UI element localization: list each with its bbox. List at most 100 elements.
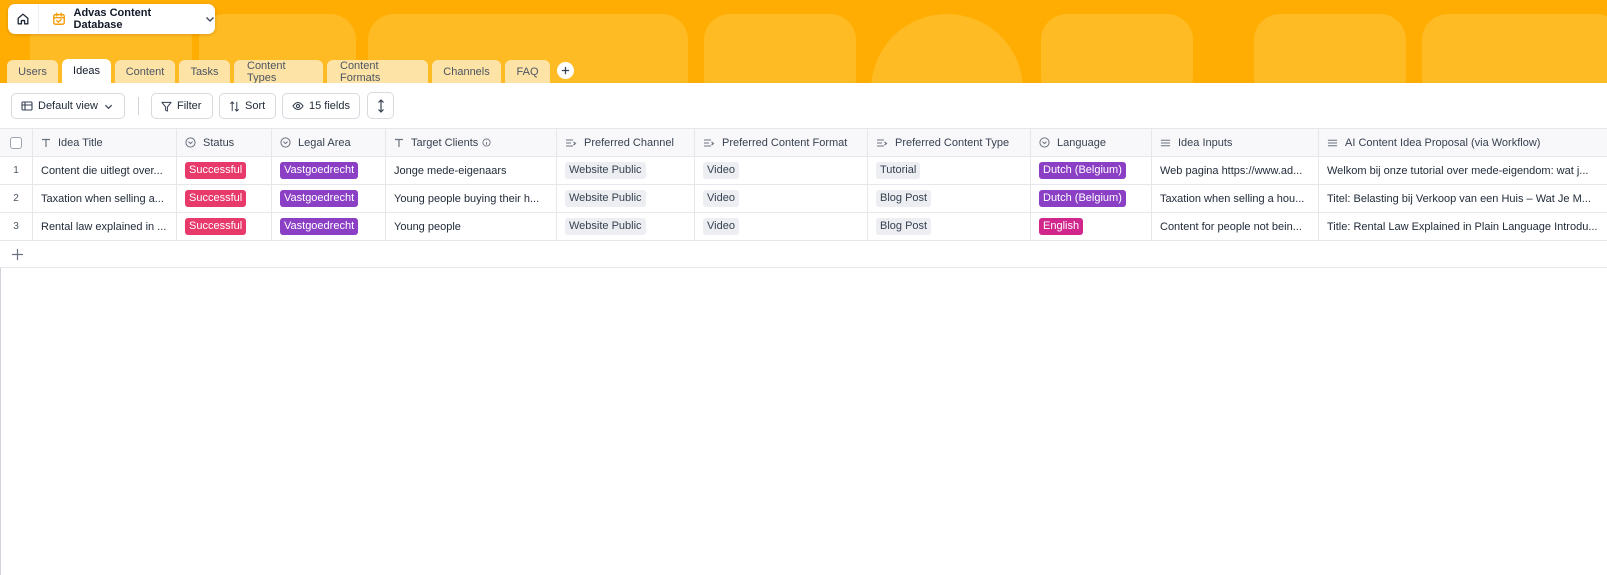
fields-label: 15 fields: [309, 100, 350, 112]
single-select-icon: [185, 137, 196, 148]
table-row[interactable]: 1 Content die uitlegt over... Successful…: [0, 157, 1607, 185]
language-badge: Dutch (Belgium): [1039, 190, 1126, 207]
cell-idea-inputs[interactable]: Content for people not bein...: [1152, 213, 1319, 240]
cell-preferred-format[interactable]: Video: [695, 185, 868, 212]
fields-button[interactable]: 15 fields: [282, 93, 360, 119]
cell-status[interactable]: Successful: [177, 213, 272, 240]
data-grid: Idea Title Status Legal Area Target Clie…: [0, 129, 1607, 268]
cell-target-clients[interactable]: Young people buying their h...: [386, 185, 557, 212]
banner-decoration: [704, 14, 856, 83]
linked-record-chip: Video: [703, 218, 739, 235]
legal-area-badge: Vastgoedrecht: [280, 190, 359, 207]
cell-idea-inputs[interactable]: Taxation when selling a hou...: [1152, 185, 1319, 212]
tab-users[interactable]: Users: [7, 60, 58, 83]
tab-faq[interactable]: FAQ: [505, 60, 550, 83]
cell-preferred-format[interactable]: Video: [695, 157, 868, 184]
linked-record-chip: Website Public: [565, 162, 646, 179]
tab-tasks[interactable]: Tasks: [179, 60, 230, 83]
row-height-button[interactable]: [367, 92, 394, 119]
cell-ai-proposal[interactable]: Titel: Belasting bij Verkoop van een Hui…: [1319, 185, 1607, 212]
link-icon: [566, 138, 577, 147]
cell-language[interactable]: Dutch (Belgium): [1031, 157, 1152, 184]
sort-icon: [230, 100, 239, 112]
table-row[interactable]: 3 Rental law explained in ... Successful…: [0, 213, 1607, 241]
tab-content-formats[interactable]: Content Formats: [327, 60, 428, 83]
long-text-icon: [1327, 139, 1338, 146]
cell-idea-title[interactable]: Taxation when selling a...: [33, 185, 177, 212]
home-button[interactable]: [8, 4, 40, 34]
calendar-icon: [51, 11, 67, 27]
column-header-language[interactable]: Language: [1031, 129, 1152, 156]
grid-header: Idea Title Status Legal Area Target Clie…: [0, 129, 1607, 157]
cell-idea-inputs[interactable]: Web pagina https://www.ad...: [1152, 157, 1319, 184]
column-header-target-clients[interactable]: Target Clients: [386, 129, 557, 156]
linked-record-chip: Blog Post: [876, 190, 932, 207]
cell-idea-title[interactable]: Content die uitlegt over...: [33, 157, 177, 184]
linked-record-chip: Website Public: [565, 190, 646, 207]
info-icon: [482, 138, 491, 147]
row-number: 2: [0, 185, 33, 212]
linked-record-chip: Blog Post: [876, 218, 932, 235]
cell-preferred-type[interactable]: Tutorial: [868, 157, 1031, 184]
link-icon: [704, 138, 715, 147]
cell-ai-proposal[interactable]: Title: Rental Law Explained in Plain Lan…: [1319, 213, 1607, 240]
cell-legal-area[interactable]: Vastgoedrecht: [272, 213, 386, 240]
cell-ai-proposal[interactable]: Welkom bij onze tutorial over mede-eigen…: [1319, 157, 1607, 184]
column-header-idea-title[interactable]: Idea Title: [33, 129, 177, 156]
column-header-preferred-channel[interactable]: Preferred Channel: [557, 129, 695, 156]
cell-preferred-channel[interactable]: Website Public: [557, 185, 695, 212]
tab-content-types[interactable]: Content Types: [234, 60, 323, 83]
status-badge: Successful: [185, 190, 247, 207]
view-selector-button[interactable]: Default view: [11, 93, 125, 119]
legal-area-badge: Vastgoedrecht: [280, 162, 359, 179]
cell-target-clients[interactable]: Young people: [386, 213, 557, 240]
cell-language[interactable]: Dutch (Belgium): [1031, 185, 1152, 212]
tab-content[interactable]: Content: [115, 60, 175, 83]
cell-language[interactable]: English: [1031, 213, 1152, 240]
single-select-icon: [280, 137, 291, 148]
add-table-button[interactable]: [557, 62, 574, 79]
sort-button[interactable]: Sort: [219, 93, 276, 119]
database-selector[interactable]: Advas Content Database: [8, 4, 215, 34]
cell-preferred-format[interactable]: Video: [695, 213, 868, 240]
grid-view-icon: [21, 101, 33, 111]
table-row[interactable]: 2 Taxation when selling a... Successful …: [0, 185, 1607, 213]
eye-icon: [292, 101, 304, 111]
cell-target-clients[interactable]: Jonge mede-eigenaars: [386, 157, 557, 184]
column-header-preferred-content-type[interactable]: Preferred Content Type: [868, 129, 1031, 156]
row-number: 3: [0, 213, 33, 240]
home-icon: [17, 13, 29, 25]
column-header-ai-proposal[interactable]: AI Content Idea Proposal (via Workflow): [1319, 129, 1607, 156]
column-header-status[interactable]: Status: [177, 129, 272, 156]
cell-status[interactable]: Successful: [177, 185, 272, 212]
database-name: Advas Content Database: [73, 7, 152, 31]
linked-record-chip: Video: [703, 190, 739, 207]
tab-channels[interactable]: Channels: [432, 60, 501, 83]
language-badge: English: [1039, 218, 1084, 235]
select-all-checkbox[interactable]: [10, 136, 22, 149]
cell-idea-title[interactable]: Rental law explained in ...: [33, 213, 177, 240]
filter-button[interactable]: Filter: [151, 93, 213, 119]
link-icon: [877, 138, 888, 147]
tab-ideas[interactable]: Ideas: [62, 59, 111, 83]
banner-decoration: [1041, 14, 1193, 83]
cell-preferred-type[interactable]: Blog Post: [868, 213, 1031, 240]
linked-record-chip: Website Public: [565, 218, 646, 235]
filter-icon: [161, 101, 172, 112]
toolbar-divider: [138, 97, 139, 115]
cell-preferred-channel[interactable]: Website Public: [557, 213, 695, 240]
column-header-idea-inputs[interactable]: Idea Inputs: [1152, 129, 1319, 156]
legal-area-badge: Vastgoedrecht: [280, 218, 359, 235]
select-all-cell: [0, 129, 33, 156]
cell-preferred-type[interactable]: Blog Post: [868, 185, 1031, 212]
view-toolbar: Default view Filter Sort 15 fields: [0, 83, 1607, 129]
cell-legal-area[interactable]: Vastgoedrecht: [272, 157, 386, 184]
add-record-button[interactable]: [10, 247, 24, 261]
language-badge: Dutch (Belgium): [1039, 162, 1126, 179]
add-row-bar[interactable]: [0, 241, 1607, 268]
column-header-preferred-content-format[interactable]: Preferred Content Format: [695, 129, 868, 156]
cell-status[interactable]: Successful: [177, 157, 272, 184]
cell-preferred-channel[interactable]: Website Public: [557, 157, 695, 184]
cell-legal-area[interactable]: Vastgoedrecht: [272, 185, 386, 212]
column-header-legal-area[interactable]: Legal Area: [272, 129, 386, 156]
